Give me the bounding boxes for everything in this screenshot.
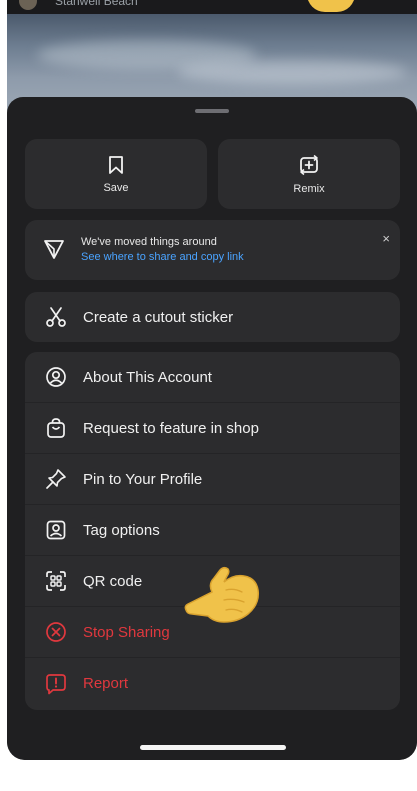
send-icon xyxy=(44,240,64,259)
save-label: Save xyxy=(103,181,129,194)
pointing-hand-emoji xyxy=(184,566,260,623)
menu-item-label: Request to feature in shop xyxy=(83,419,259,437)
avatar xyxy=(19,0,37,10)
share-copy-link[interactable]: See where to share and copy link xyxy=(81,251,244,263)
menu-item-label: About This Account xyxy=(83,368,212,386)
top-bar: Stanwell Beach xyxy=(7,0,417,14)
pointing-hand-emoji-top xyxy=(307,0,355,12)
tag-person-icon xyxy=(43,517,69,543)
bookmark-icon xyxy=(109,155,123,174)
menu-item-about-account[interactable]: About This Account xyxy=(25,352,400,403)
create-cutout-sticker-button[interactable]: Create a cutout sticker xyxy=(25,292,400,342)
menu-item-label: Stop Sharing xyxy=(83,623,170,641)
menu-item-pin-profile[interactable]: Pin to Your Profile xyxy=(25,454,400,505)
notice-title: We've moved things around xyxy=(81,236,217,248)
menu-item-tag-options[interactable]: Tag options xyxy=(25,505,400,556)
stop-icon xyxy=(43,619,69,645)
share-sheet: Save Remix We've moved things around See… xyxy=(7,97,417,760)
remix-label: Remix xyxy=(293,182,325,195)
scissors-icon xyxy=(43,304,69,330)
pin-icon xyxy=(43,466,69,492)
cloud xyxy=(177,60,407,84)
report-icon xyxy=(43,671,69,697)
menu-item-label: Pin to Your Profile xyxy=(83,470,203,488)
remix-button[interactable]: Remix xyxy=(218,139,400,209)
moved-things-notice: We've moved things around See where to s… xyxy=(25,220,400,280)
menu-item-report[interactable]: Report xyxy=(25,658,400,709)
menu-item-label: Report xyxy=(83,675,129,692)
cutout-label: Create a cutout sticker xyxy=(83,308,234,326)
shopping-bag-icon xyxy=(43,415,69,441)
sheet-grabber[interactable] xyxy=(195,109,229,113)
menu-item-label: QR code xyxy=(83,572,143,590)
qr-code-icon xyxy=(43,568,69,594)
remix-icon xyxy=(300,154,318,175)
menu-item-request-feature[interactable]: Request to feature in shop xyxy=(25,403,400,454)
save-button[interactable]: Save xyxy=(25,139,207,209)
phone-screen: Stanwell Beach Save Remix We've moved th… xyxy=(7,0,417,760)
menu-item-label: Tag options xyxy=(83,521,160,539)
options-menu: About This Account Request to feature in… xyxy=(25,352,400,710)
account-icon xyxy=(43,364,69,390)
close-icon[interactable]: × xyxy=(382,232,390,245)
home-indicator xyxy=(140,745,286,750)
account-name: Stanwell Beach xyxy=(55,0,138,8)
